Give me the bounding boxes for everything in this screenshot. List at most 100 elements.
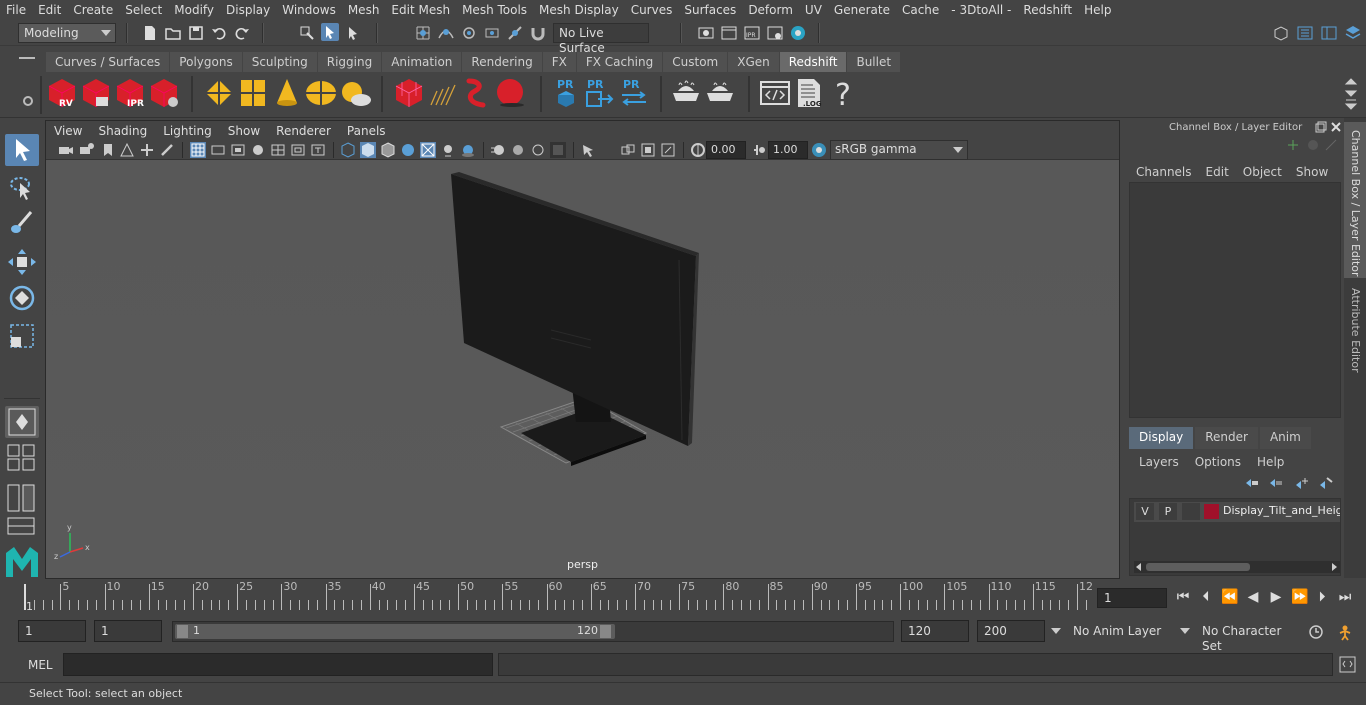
panel-menu-show[interactable]: Show [220,124,268,138]
layer-playback-toggle[interactable]: P [1159,503,1177,520]
isolate-select-icon[interactable] [550,142,566,158]
undo-icon[interactable] [210,24,228,42]
panel-menu-view[interactable]: View [46,124,90,138]
gamma-field[interactable]: 1.00 [768,141,808,159]
redshift-hair-icon[interactable] [427,77,459,109]
step-back-key-icon[interactable]: ⏪ [1221,589,1238,605]
rotate-tool-icon[interactable] [5,282,39,314]
current-frame-field[interactable]: 1 [1097,588,1167,608]
render-view-icon[interactable] [697,24,715,42]
anti-aliasing-icon[interactable] [510,142,526,158]
tab-redshift[interactable]: Redshift [779,52,847,72]
tab-custom[interactable]: Custom [663,52,728,72]
snap-view-plane-icon[interactable] [483,24,501,42]
scene-canvas[interactable]: y x z [46,160,1119,578]
gate-mask-icon[interactable] [250,142,266,158]
move-layer-up-icon[interactable] [1244,476,1260,490]
menu-select[interactable]: Select [119,3,168,17]
shelf-menu-icon[interactable] [19,57,35,59]
log-file-icon[interactable]: .LOG [793,77,825,109]
layer-help-menu[interactable]: Help [1249,455,1292,469]
live-surface-field[interactable]: No Live Surface [553,23,649,55]
edit-menu[interactable]: Edit [1199,165,1236,179]
film-gate-icon[interactable] [210,142,226,158]
channel-list-area[interactable] [1129,182,1341,418]
grid-toggle-icon[interactable] [190,142,206,158]
scroll-right-icon[interactable] [1330,563,1338,571]
bookmark-icon[interactable] [100,142,116,158]
script-editor-icon[interactable] [759,77,791,109]
animation-preferences-icon[interactable] [1336,623,1354,641]
menu-mesh-display[interactable]: Mesh Display [533,3,625,17]
menu-redshift[interactable]: Redshift [1017,3,1078,17]
color-space-dropdown[interactable]: sRGB gamma [830,140,968,160]
save-scene-icon[interactable] [187,24,205,42]
tab-bullet[interactable]: Bullet [847,52,901,72]
redshift-material-sphere-icon[interactable] [495,77,527,109]
move-tool-icon[interactable] [5,246,39,278]
xray-components-icon[interactable] [640,142,656,158]
menu-edit[interactable]: Edit [32,3,67,17]
select-tool-icon[interactable] [5,134,39,166]
panel-menu-renderer[interactable]: Renderer [268,124,339,138]
magnet-icon[interactable] [529,24,547,42]
range-slider-handle[interactable]: 1 120 [175,624,615,639]
menu-display[interactable]: Display [220,3,276,17]
animation-start-field[interactable]: 1 [18,620,86,642]
scale-tool-icon[interactable] [5,320,39,352]
snap-point-icon[interactable] [460,24,478,42]
grease-pencil-icon[interactable] [159,142,175,158]
range-handle-right[interactable] [600,625,611,638]
tab-anim[interactable]: Anim [1259,427,1311,449]
lasso-tool-icon[interactable] [5,172,39,204]
redshift-render-view-icon[interactable]: RV [46,77,78,109]
step-forward-frame-icon[interactable]: ⏵ [1314,589,1330,605]
layers-menu[interactable]: Layers [1129,455,1187,469]
layer-visibility-toggle[interactable]: V [1136,503,1154,520]
camera-attributes-icon[interactable] [79,142,95,158]
pr-export-icon[interactable]: PR [584,77,616,109]
gear-icon[interactable] [22,95,34,107]
play-backwards-icon[interactable]: ◀ [1245,589,1261,605]
exposure-icon[interactable] [690,142,706,158]
channel-box-toggle-icon[interactable] [1344,24,1362,42]
modeling-toolkit-icon[interactable] [1272,24,1290,42]
script-language-toggle[interactable]: MEL [18,654,58,676]
image-plane-icon[interactable] [119,142,135,158]
tab-render[interactable]: Render [1195,427,1258,449]
redshift-ipr-icon[interactable]: IPR [114,77,146,109]
menu-modify[interactable]: Modify [168,3,220,17]
layer-name[interactable]: Display_Tilt_and_Heigl [1223,504,1340,517]
layer-display-type-toggle[interactable] [1182,503,1200,520]
go-to-end-icon[interactable]: ⏭ [1337,589,1353,605]
redshift-dome-light-icon[interactable] [305,77,337,109]
menu-file[interactable]: File [0,3,32,17]
time-ruler[interactable]: 5 10 15 20 25 30 35 40 45 50 55 60 65 70 75 80 85 90 95 100… [18,580,1093,613]
snap-live-icon[interactable] [506,24,524,42]
redo-icon[interactable] [233,24,251,42]
close-icon[interactable] [1330,121,1342,133]
float-panel-icon[interactable] [1315,121,1327,133]
redshift-settings-icon[interactable] [148,77,180,109]
tool-settings-toggle-icon[interactable] [1320,24,1338,42]
2d-pan-zoom-icon[interactable] [139,142,155,158]
scroll-left-icon[interactable] [1135,563,1143,571]
menu-windows[interactable]: Windows [276,3,342,17]
menu-surfaces[interactable]: Surfaces [678,3,742,17]
tab-rigging[interactable]: Rigging [317,52,382,72]
camera-icon[interactable] [58,142,74,158]
layer-row[interactable]: V P Display_Tilt_and_Heigl [1134,502,1340,522]
select-object-icon[interactable] [321,23,339,41]
command-input[interactable] [63,653,493,676]
render-settings-icon[interactable] [766,24,784,42]
side-tab-channel-box[interactable]: Channel Box / Layer Editor [1344,122,1366,278]
color-management-icon[interactable] [811,142,827,158]
xray-joints-icon[interactable] [620,142,636,158]
animation-end-field[interactable]: 200 [977,620,1045,642]
current-time-indicator[interactable] [24,584,26,610]
textured-icon[interactable] [400,142,416,158]
redshift-area-light-icon[interactable] [203,77,235,109]
select-component-icon[interactable] [344,24,362,42]
tab-rendering[interactable]: Rendering [462,52,542,72]
hyper-icon[interactable] [1324,138,1338,152]
